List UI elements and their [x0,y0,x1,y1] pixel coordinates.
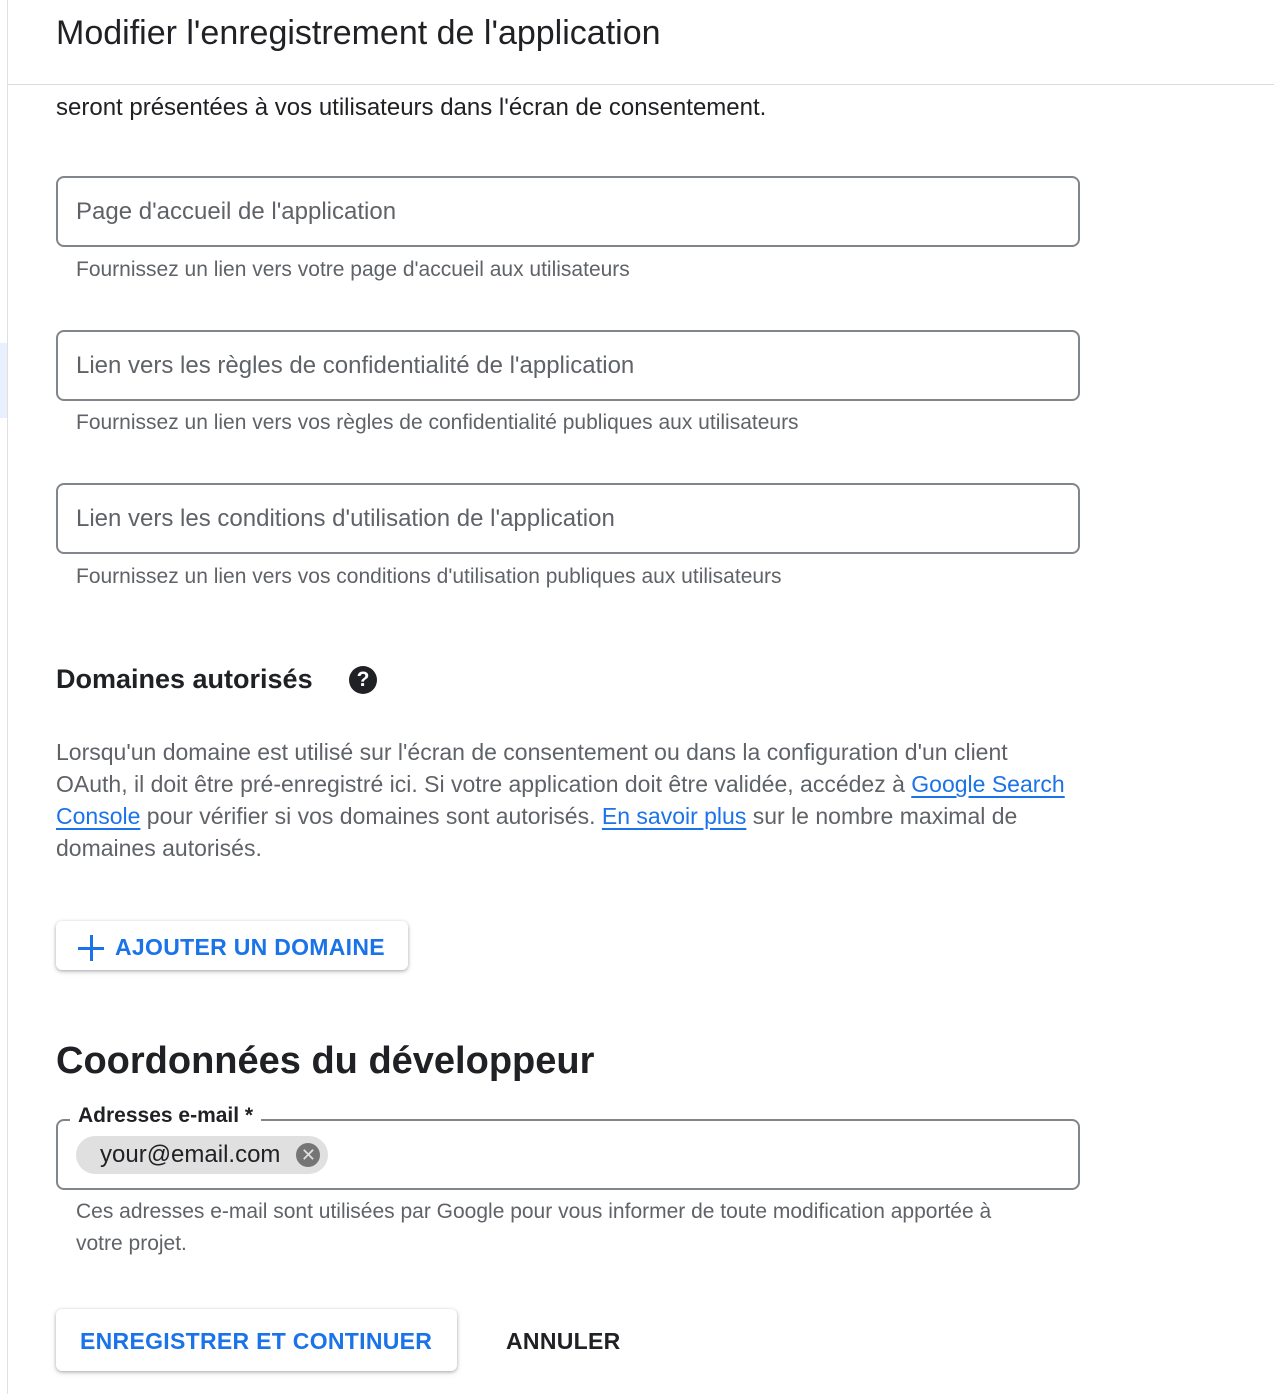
homepage-input-placeholder: Page d'accueil de l'application [76,198,397,225]
terms-of-service-input-placeholder: Lien vers les conditions d'utilisation d… [76,505,615,532]
terms-of-service-input[interactable]: Lien vers les conditions d'utilisation d… [56,483,1080,554]
left-rail-active-indicator [0,343,7,418]
privacy-policy-input[interactable]: Lien vers les règles de confidentialité … [56,330,1080,401]
authorized-domains-text-1: Lorsqu'un domaine est utilisé sur l'écra… [56,739,1008,797]
left-rail [0,0,8,1394]
page-header: Modifier l'enregistrement de l'applicati… [8,0,1274,85]
email-chip[interactable]: your@email.com ✕ [76,1136,329,1174]
add-domain-button-label: AJOUTER UN DOMAINE [115,934,385,960]
privacy-policy-hint: Fournissez un lien vers vos règles de co… [76,411,799,434]
developer-contact-title: Coordonnées du développeur [56,1040,595,1082]
terms-of-service-hint: Fournissez un lien vers vos conditions d… [76,565,782,588]
privacy-policy-input-placeholder: Lien vers les règles de confidentialité … [76,352,635,379]
save-and-continue-label: ENREGISTRER ET CONTINUER [80,1328,433,1354]
plus-icon [78,935,104,961]
authorized-domains-title: Domaines autorisés [56,664,313,694]
page-title: Modifier l'enregistrement de l'applicati… [56,14,661,52]
cancel-button[interactable]: ANNULER [506,1328,621,1355]
homepage-hint: Fournissez un lien vers votre page d'acc… [76,258,630,281]
email-addresses-hint: Ces adresses e-mail sont utilisées par G… [76,1200,992,1255]
email-addresses-label: Adresses e-mail * [70,1104,262,1128]
email-chip-value: your@email.com [100,1141,281,1168]
authorized-domains-text-2: pour vérifier si vos domaines sont autor… [146,803,596,829]
cancel-icon[interactable]: ✕ [296,1143,321,1167]
save-and-continue-button[interactable]: ENREGISTRER ET CONTINUER [56,1309,457,1371]
learn-more-link[interactable]: En savoir plus [602,803,746,829]
authorized-domains-description: Lorsqu'un domaine est utilisé sur l'écra… [56,736,1066,864]
email-addresses-field[interactable]: Adresses e-mail * your@email.com ✕ [56,1104,1080,1190]
add-domain-button[interactable]: AJOUTER UN DOMAINE [56,921,408,970]
homepage-input[interactable]: Page d'accueil de l'application [56,176,1080,247]
help-circle-icon[interactable]: ? [349,666,377,694]
intro-text: seront présentées à vos utilisateurs dan… [56,94,767,121]
